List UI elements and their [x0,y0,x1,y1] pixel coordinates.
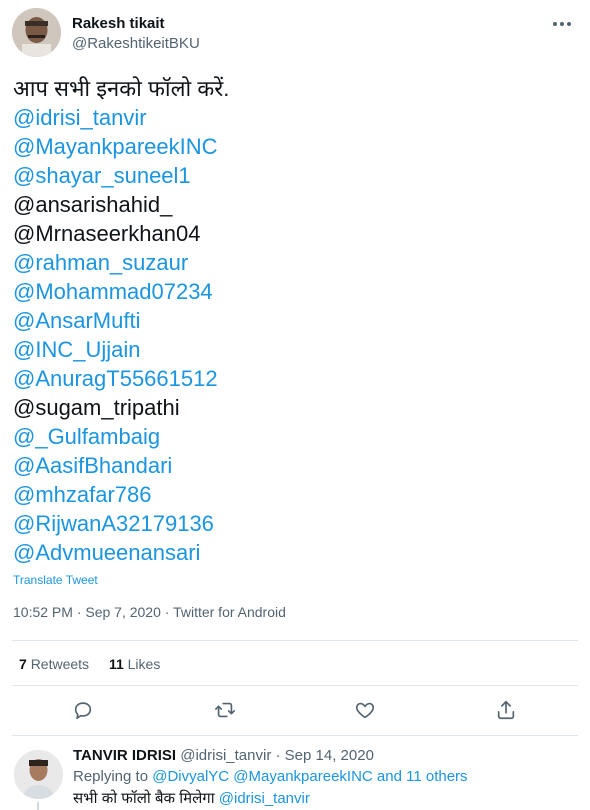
author-avatar[interactable] [12,8,61,57]
mention-link[interactable]: @idrisi_tanvir [13,103,229,132]
replying-to-mention[interactable]: @MayankpareekINC [233,768,372,785]
retweet-icon[interactable] [213,698,237,722]
mention-link[interactable]: @MayankpareekINC [13,132,229,161]
likes-count: 11 [108,656,124,672]
tweet-actions [0,698,590,726]
replying-prefix: Replying to [73,768,149,785]
thread-line [37,802,39,810]
translate-tweet-link[interactable]: Translate Tweet [13,573,98,587]
reply-text-mention[interactable]: @idrisi_tanvir [219,790,310,807]
replying-and: and [376,768,402,785]
reply-tweet[interactable]: TANVIR IDRISI @idrisi_tanvir · Sep 14, 2… [0,744,590,810]
divider [12,735,578,736]
mention-link[interactable]: @AnsarMufti [13,306,229,335]
mention-text: @Mrnaseerkhan04 [13,221,201,246]
tweet-header: Rakesh tikait @RakeshtikeitBKU [12,8,578,60]
mention-link[interactable]: @Mohammad07234 [13,277,229,306]
tweet-text-line: आप सभी इनको फॉलो करें. [13,76,230,101]
replying-to-mention[interactable]: @DivyalYC [152,768,229,785]
replying-to: Replying to @DivyalYC @MayankpareekINC a… [73,768,468,785]
divider [12,640,578,641]
mention-text: @ansarishahid_ [13,192,173,217]
reply-author-name[interactable]: TANVIR IDRISI [73,747,176,764]
reply-author-avatar[interactable] [14,750,63,799]
mention-link[interactable]: @mhzafar786 [13,480,229,509]
author-handle[interactable]: @RakeshtikeitBKU [72,35,200,52]
retweets-stat[interactable]: 7 Retweets [19,656,89,672]
mention-link[interactable]: @Advmueenansari [13,538,229,567]
retweets-count: 7 [19,656,27,672]
reply-header: TANVIR IDRISI @idrisi_tanvir · Sep 14, 2… [73,747,374,764]
tweet-timestamp-source[interactable]: 10:52 PM · Sep 7, 2020 · Twitter for And… [13,604,286,620]
reply-text: सभी को फॉलो बैक मिलेगा @idrisi_tanvir [73,788,310,808]
mention-text: @sugam_tripathi [13,395,180,420]
tweet-stats: 7 Retweets 11 Likes [19,656,160,672]
share-icon[interactable] [494,698,518,722]
likes-label: Likes [127,656,161,672]
reply-author-handle[interactable]: @idrisi_tanvir [180,747,271,764]
mention-link[interactable]: @AasifBhandari [13,451,229,480]
author-name[interactable]: Rakesh tikait [72,15,165,32]
separator: · [275,747,281,764]
mention-link[interactable]: @rahman_suzaur [13,248,229,277]
mention-link[interactable]: @_Gulfambaig [13,422,229,451]
like-icon[interactable] [353,698,377,722]
reply-text-body: सभी को फॉलो बैक मिलेगा [73,790,215,807]
reply-icon[interactable] [71,698,95,722]
reply-date[interactable]: Sep 14, 2020 [285,747,374,764]
divider [12,685,578,686]
replying-others-link[interactable]: 11 others [406,768,467,785]
more-options-icon[interactable] [548,14,576,34]
mention-link[interactable]: @shayar_suneel1 [13,161,229,190]
mention-link[interactable]: @RijwanA32179136 [13,509,229,538]
mention-link[interactable]: @AnuragT55661512 [13,364,229,393]
mention-link[interactable]: @INC_Ujjain [13,335,229,364]
tweet-text: आप सभी इनको फॉलो करें. @idrisi_tanvir @May… [13,74,229,567]
likes-stat[interactable]: 11 Likes [109,656,160,672]
retweets-label: Retweets [30,656,90,672]
